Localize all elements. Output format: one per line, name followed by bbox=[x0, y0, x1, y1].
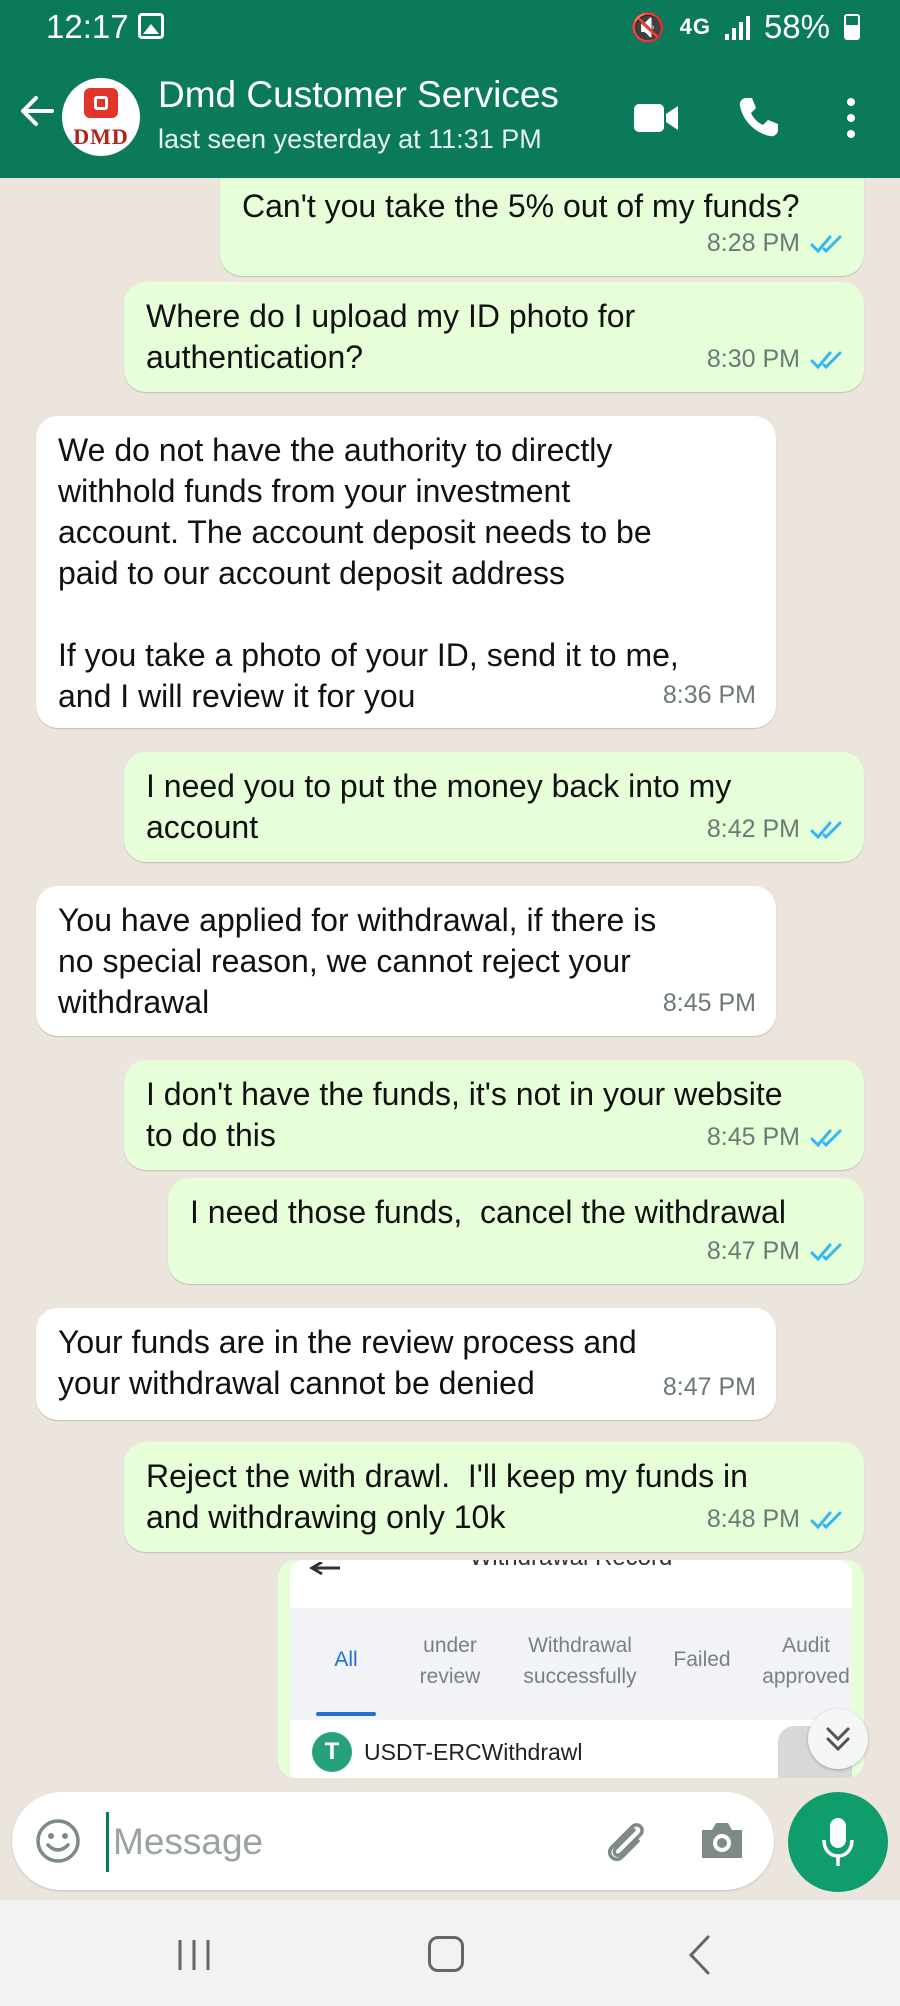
mute-icon: 🔇 bbox=[630, 11, 666, 43]
double-check-read-icon bbox=[810, 1129, 842, 1147]
system-navigation-bar bbox=[0, 1900, 900, 2006]
double-check-read-icon bbox=[810, 1511, 842, 1529]
message-text: Can't you take the 5% out of my funds? bbox=[242, 188, 800, 224]
video-call-icon[interactable] bbox=[632, 100, 680, 136]
active-tab-indicator bbox=[316, 1712, 376, 1716]
microphone-icon bbox=[822, 1818, 854, 1866]
image-message-bubble[interactable]: Withdrawal Record All under review Withd… bbox=[278, 1560, 864, 1778]
message-text: Your funds are in the review process and… bbox=[58, 1324, 637, 1401]
message-bubble-outgoing[interactable]: I don't have the funds, it's not in your… bbox=[124, 1060, 864, 1170]
image-record-row: T USDT-ERCWithdrawl bbox=[312, 1732, 583, 1772]
last-seen-status: last seen yesterday at 11:31 PM bbox=[158, 124, 542, 154]
message-bubble-incoming[interactable]: You have applied for withdrawal, if ther… bbox=[36, 886, 776, 1036]
message-input[interactable] bbox=[106, 1812, 595, 1872]
message-text: I need those funds, cancel the withdrawa… bbox=[190, 1194, 786, 1230]
emoji-icon[interactable] bbox=[34, 1817, 82, 1865]
signal-icon bbox=[724, 14, 750, 40]
message-composer bbox=[0, 1778, 900, 1900]
image-tab-all: All bbox=[334, 1648, 358, 1671]
battery-percent: 58% bbox=[763, 8, 830, 45]
image-preview[interactable]: Withdrawal Record All under review Withd… bbox=[290, 1560, 852, 1778]
message-input-container[interactable] bbox=[12, 1792, 774, 1890]
status-bar: 12:17 🔇 4G 58% bbox=[0, 0, 900, 56]
image-tab-audit-approved: Audit approved bbox=[762, 1634, 850, 1688]
message-time: 8:48 PM bbox=[706, 1505, 800, 1533]
image-tab-failed: Failed bbox=[673, 1648, 731, 1671]
logo-mark bbox=[84, 88, 118, 118]
network-type: 4G bbox=[679, 14, 711, 39]
double-check-read-icon bbox=[810, 1243, 842, 1261]
message-text: We do not have the authority to directly… bbox=[58, 432, 679, 714]
message-bubble-outgoing[interactable]: Can't you take the 5% out of my funds? 8… bbox=[220, 178, 864, 276]
double-check-read-icon bbox=[810, 351, 842, 369]
system-back-icon[interactable] bbox=[686, 1934, 712, 1976]
message-bubble-outgoing[interactable]: Where do I upload my ID photo for authen… bbox=[124, 282, 864, 392]
tether-icon: T bbox=[312, 1732, 352, 1772]
message-time: 8:42 PM bbox=[706, 815, 800, 843]
chat-header: DMD Dmd Customer Services last seen yest… bbox=[0, 56, 900, 178]
status-time: 12:17 bbox=[46, 8, 129, 45]
message-bubble-incoming[interactable]: We do not have the authority to directly… bbox=[36, 416, 776, 728]
message-bubble-incoming[interactable]: Your funds are in the review process and… bbox=[36, 1308, 776, 1420]
message-time: 8:47 PM bbox=[706, 1237, 800, 1265]
message-text: You have applied for withdrawal, if ther… bbox=[58, 902, 657, 1020]
image-tab-withdrawal-successfully: Withdrawal successfully bbox=[523, 1634, 637, 1688]
battery-icon bbox=[844, 14, 860, 40]
message-time: 8:47 PM bbox=[662, 1373, 756, 1401]
message-time: 8:45 PM bbox=[706, 1123, 800, 1151]
voice-call-icon[interactable] bbox=[736, 94, 782, 140]
back-arrow-icon[interactable] bbox=[16, 90, 58, 132]
camera-icon[interactable] bbox=[698, 1818, 746, 1862]
message-time: 8:36 PM bbox=[662, 681, 756, 709]
double-check-read-icon bbox=[810, 235, 842, 253]
avatar-logo-text: DMD bbox=[73, 124, 129, 149]
message-time: 8:45 PM bbox=[662, 989, 756, 1017]
more-options-icon[interactable] bbox=[838, 96, 864, 140]
image-withdrawal-record-title: Withdrawal Record bbox=[290, 1560, 852, 1572]
avatar[interactable]: DMD bbox=[62, 78, 140, 156]
message-bubble-outgoing[interactable]: Reject the with drawl. I'll keep my fund… bbox=[124, 1442, 864, 1552]
scroll-to-bottom-button[interactable] bbox=[808, 1709, 868, 1769]
double-check-read-icon bbox=[810, 821, 842, 839]
image-tab-under-review: under review bbox=[419, 1634, 481, 1688]
voice-message-button[interactable] bbox=[788, 1792, 888, 1892]
chat-messages[interactable]: Can't you take the 5% out of my funds? 8… bbox=[0, 178, 900, 1778]
message-time: 8:30 PM bbox=[706, 345, 800, 373]
contact-name[interactable]: Dmd Customer Services bbox=[158, 74, 559, 116]
message-bubble-outgoing[interactable]: I need those funds, cancel the withdrawa… bbox=[168, 1178, 864, 1284]
double-chevron-down-icon bbox=[826, 1727, 850, 1752]
recent-apps-icon[interactable] bbox=[176, 1938, 212, 1972]
image-tabs: All under review Withdrawal successfully… bbox=[290, 1608, 852, 1720]
image-record-label: USDT-ERCWithdrawl bbox=[364, 1738, 583, 1765]
gallery-notification-icon bbox=[138, 13, 164, 39]
attach-paperclip-icon[interactable] bbox=[600, 1816, 650, 1866]
message-bubble-outgoing[interactable]: I need you to put the money back into my… bbox=[124, 752, 864, 862]
home-icon[interactable] bbox=[428, 1936, 464, 1972]
message-time: 8:28 PM bbox=[706, 229, 800, 257]
